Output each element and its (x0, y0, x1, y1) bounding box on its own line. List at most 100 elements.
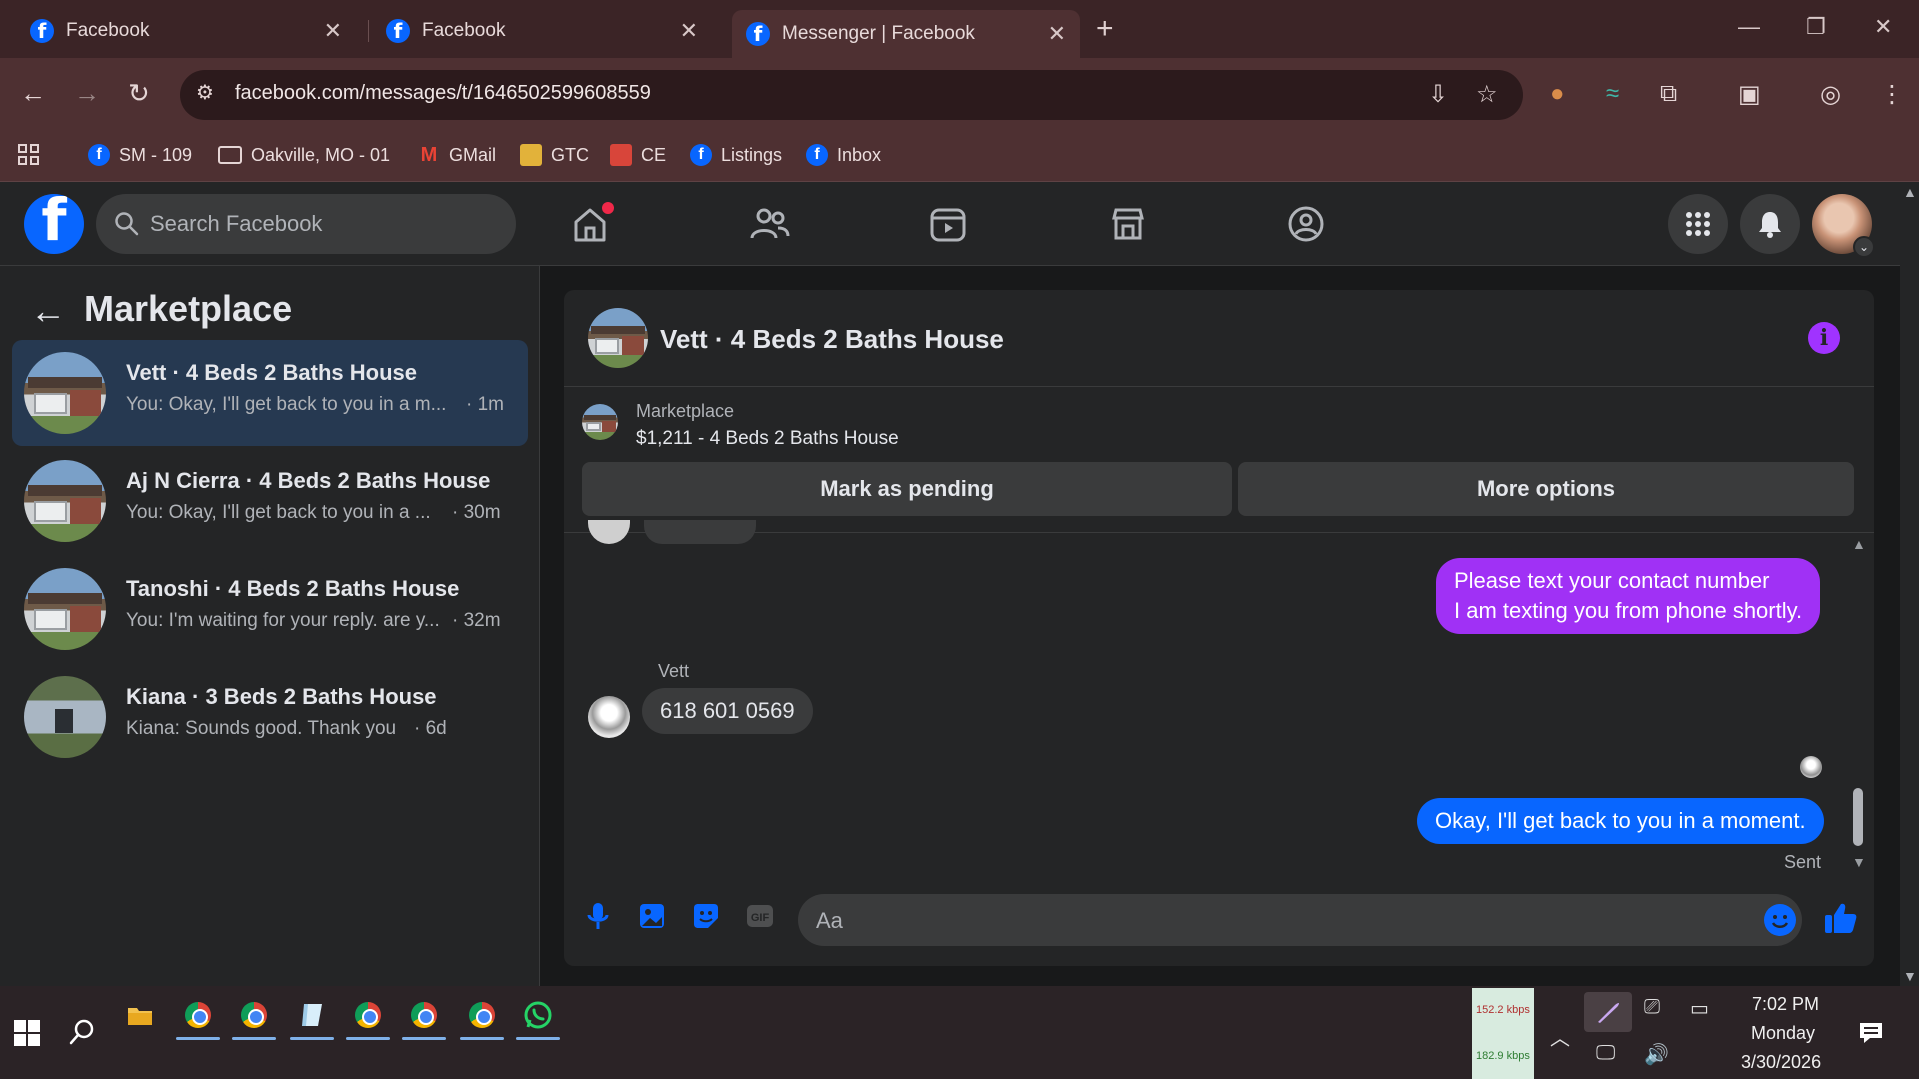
mark-as-pending-button[interactable]: Mark as pending (582, 462, 1232, 516)
conversation-item-vett[interactable]: Vett · 4 Beds 2 Baths House You: Okay, I… (12, 340, 528, 446)
tray-chevron-up-icon[interactable]: ︿ (1550, 1022, 1570, 1051)
notes-app-icon[interactable] (290, 996, 334, 1040)
scroll-up-arrow-icon[interactable]: ▲ (1852, 536, 1866, 552)
restore-icon[interactable]: ❐ (1806, 14, 1826, 40)
bookmark-gmail[interactable]: M GMail (418, 138, 496, 172)
tab-messenger[interactable]: f Messenger | Facebook ✕ (732, 10, 1080, 58)
listing-thumbnail[interactable] (582, 404, 618, 440)
menu-grid-button[interactable] (1668, 194, 1728, 254)
network-download-rate: 182.9 kbps (1476, 1050, 1530, 1062)
page-scrollbar[interactable] (1900, 182, 1919, 986)
reload-icon[interactable]: ↻ (128, 78, 150, 109)
chat-title[interactable]: Vett · 4 Beds 2 Baths House (660, 324, 1004, 355)
conversation-item-tanoshi[interactable]: Tanoshi · 4 Beds 2 Baths House You: I'm … (12, 556, 528, 662)
tab-facebook-2[interactable]: f Facebook ✕ (372, 10, 712, 52)
pen-icon[interactable] (1584, 992, 1632, 1032)
listing-thumbnail (24, 460, 106, 542)
chat-header-thumbnail[interactable] (588, 308, 648, 368)
network-icon[interactable]: 🖵 (1596, 1042, 1615, 1065)
listing-title[interactable]: $1,211 - 4 Beds 2 Baths House (636, 428, 899, 450)
minimize-icon[interactable]: — (1738, 14, 1760, 40)
message-line: I am texting you from phone shortly. (1454, 598, 1803, 623)
install-app-icon[interactable]: ⇩ (1428, 80, 1448, 109)
conversation-item-aj-n-cierra[interactable]: Aj N Cierra · 4 Beds 2 Baths House You: … (12, 448, 528, 554)
conversation-preview: You: Okay, I'll get back to you in a m..… (126, 394, 447, 415)
like-thumb-icon[interactable] (1822, 900, 1858, 936)
clock-day[interactable]: Monday (1751, 1023, 1815, 1044)
outgoing-message[interactable]: Okay, I'll get back to you in a moment. (1417, 798, 1824, 844)
bookmark-star-icon[interactable]: ☆ (1476, 80, 1498, 109)
whatsapp-icon[interactable] (516, 996, 560, 1040)
close-window-icon[interactable]: ✕ (1874, 14, 1892, 40)
extensions-puzzle-icon[interactable]: ⧉ (1660, 80, 1677, 108)
conversation-item-kiana[interactable]: Kiana · 3 Beds 2 Baths House Kiana: Soun… (12, 664, 528, 770)
marketplace-icon[interactable] (1106, 202, 1150, 246)
site-settings-icon[interactable]: ⚙ (196, 80, 214, 105)
bookmark-label: Oakville, MO - 01 (251, 144, 391, 165)
meet-now-icon[interactable]: ⎚ (1644, 996, 1660, 1019)
scroll-up-arrow-icon[interactable]: ▲ (1903, 184, 1917, 200)
menu-kebab-icon[interactable]: ⋮ (1880, 80, 1904, 109)
message-input[interactable] (798, 894, 1802, 946)
chrome-taskbar-icon[interactable] (346, 996, 390, 1040)
chrome-taskbar-icon[interactable] (402, 996, 446, 1040)
windows-start-icon[interactable] (14, 1020, 40, 1046)
microphone-icon[interactable] (582, 900, 614, 932)
video-icon[interactable] (926, 202, 970, 246)
close-tab-icon[interactable]: ✕ (324, 18, 342, 44)
divider (564, 386, 1874, 387)
more-options-button[interactable]: More options (1238, 462, 1854, 516)
clock-date[interactable]: 3/30/2026 (1741, 1052, 1821, 1073)
battery-icon[interactable]: ▭ (1690, 996, 1709, 1021)
outgoing-message[interactable]: Please text your contact number I am tex… (1436, 558, 1821, 634)
grid-icon (1686, 212, 1710, 236)
volume-icon[interactable]: 🔊 (1644, 1042, 1669, 1067)
close-tab-icon[interactable]: ✕ (680, 18, 698, 44)
emoji-icon[interactable] (1764, 904, 1796, 936)
incoming-message[interactable]: 618 601 0569 (642, 688, 813, 734)
scrollbar-thumb[interactable] (1853, 788, 1863, 846)
chevron-down-icon[interactable]: ⌄ (1853, 236, 1875, 258)
extension-icon[interactable]: ≈ (1606, 80, 1619, 108)
back-icon[interactable]: ← (20, 78, 46, 109)
url-text[interactable]: facebook.com/messages/t/1646502599608559 (235, 82, 651, 105)
conversation-name: Aj N Cierra · 4 Beds 2 Baths House (126, 468, 491, 493)
info-icon[interactable]: i (1808, 322, 1840, 354)
bookmark-listings[interactable]: f Listings (690, 138, 782, 172)
back-arrow-icon[interactable]: ← (30, 290, 66, 332)
close-tab-icon[interactable]: ✕ (1048, 21, 1066, 47)
bookmark-ce[interactable]: CE (610, 138, 666, 172)
facebook-logo-icon[interactable]: f (24, 194, 84, 254)
reading-mode-icon[interactable]: ▣ (1738, 80, 1761, 109)
message-line: Please text your contact number (1454, 568, 1770, 593)
tab-title: Facebook (422, 20, 506, 41)
bookmark-sm-109[interactable]: f SM - 109 (88, 138, 192, 172)
bookmark-gtc[interactable]: GTC (520, 138, 589, 172)
apps-grid-icon[interactable] (18, 138, 40, 172)
chrome-taskbar-icon[interactable] (460, 996, 504, 1040)
sender-avatar[interactable] (588, 696, 630, 738)
bookmark-oakville[interactable]: Oakville, MO - 01 (218, 138, 390, 172)
sticker-icon[interactable] (690, 900, 722, 932)
bookmark-inbox[interactable]: f Inbox (806, 138, 881, 172)
search-icon (115, 212, 139, 236)
tab-facebook-1[interactable]: f Facebook ✕ (16, 10, 356, 52)
chrome-taskbar-icon[interactable] (232, 996, 276, 1040)
image-icon[interactable] (636, 900, 668, 932)
friends-icon[interactable] (748, 202, 792, 246)
new-tab-icon[interactable]: + (1096, 12, 1114, 46)
clock-time[interactable]: 7:02 PM (1752, 994, 1819, 1015)
scroll-down-arrow-icon[interactable]: ▼ (1903, 968, 1917, 984)
forward-icon[interactable]: → (74, 78, 100, 109)
notification-center-icon[interactable] (1858, 1020, 1884, 1046)
notifications-button[interactable] (1740, 194, 1800, 254)
scroll-down-arrow-icon[interactable]: ▼ (1852, 854, 1866, 870)
listing-source: Marketplace (636, 401, 735, 421)
file-explorer-icon[interactable] (118, 996, 162, 1034)
cookie-extension-icon[interactable]: ● (1550, 80, 1565, 108)
groups-icon[interactable] (1284, 202, 1328, 246)
gif-icon[interactable]: GIF (744, 900, 776, 932)
chrome-taskbar-icon[interactable] (176, 996, 220, 1040)
profile-icon[interactable]: ◎ (1820, 80, 1841, 109)
taskbar-search-icon[interactable] (68, 1018, 96, 1046)
